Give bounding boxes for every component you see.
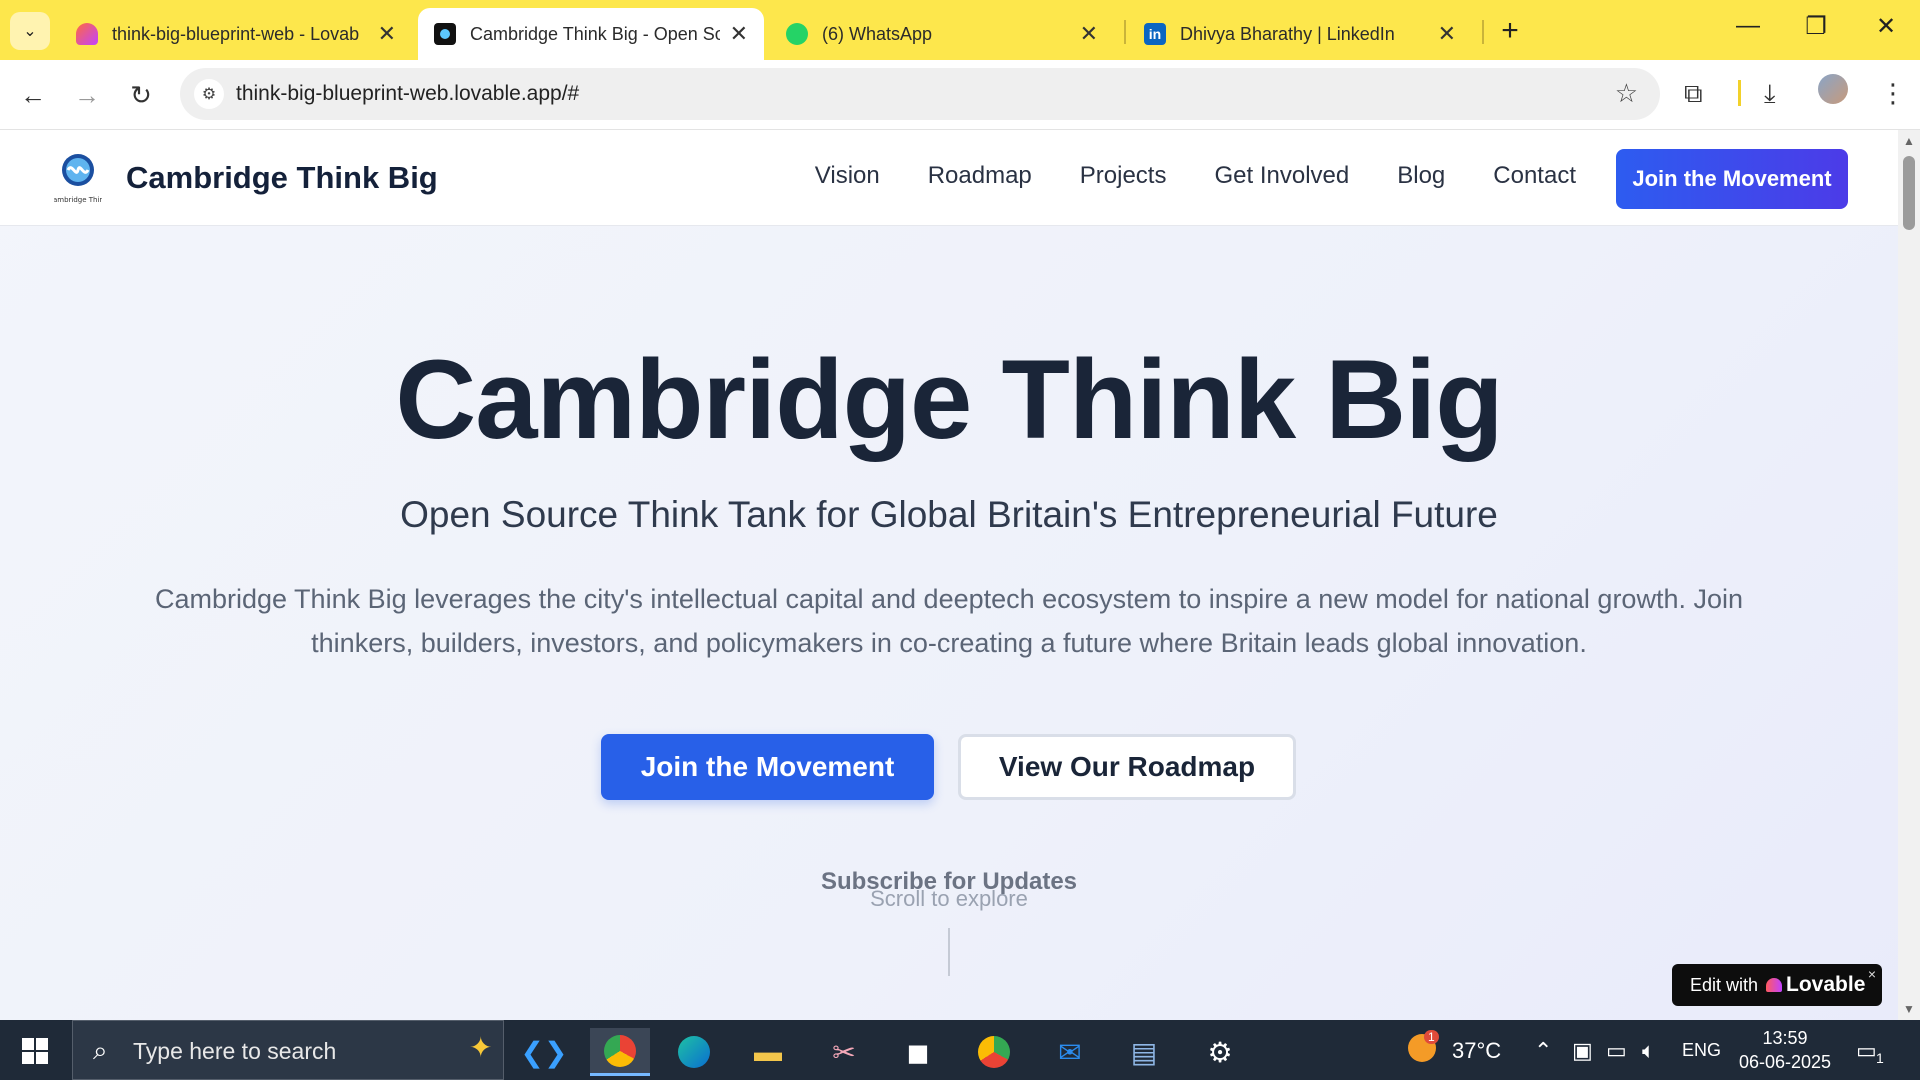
chrome-icon[interactable] <box>590 1028 650 1076</box>
linkedin-icon: in <box>1144 23 1166 45</box>
snipping-tool-icon[interactable]: ✂ <box>814 1028 874 1076</box>
tab-lovable[interactable]: think-big-blueprint-web - Lovab ✕ <box>60 8 412 60</box>
join-movement-button[interactable]: Join the Movement <box>601 734 934 800</box>
file-explorer-icon[interactable]: ▬ <box>738 1028 798 1076</box>
scroll-hint: Scroll to explore <box>870 886 1028 911</box>
tab-cambridge-think-big[interactable]: Cambridge Think Big - Open Sou ✕ <box>418 8 764 60</box>
browser-toolbar: ← → ↻ ⚙ think-big-blueprint-web.lovable.… <box>0 60 1920 130</box>
vscode-icon[interactable]: ❮❯ <box>514 1028 574 1076</box>
edit-with-lovable-badge[interactable]: Edit with Lovable × <box>1672 964 1882 1006</box>
badge-close-icon[interactable]: × <box>1868 966 1876 982</box>
site-favicon-icon <box>434 23 456 45</box>
notifications-icon[interactable]: ▭ <box>1856 1038 1877 1064</box>
tab-title: think-big-blueprint-web - Lovab <box>112 23 360 44</box>
windows-taskbar: ⌕ Type here to search ✦ ❮❯ ▬ ✂ ◼ ✉ ▤ ⚙ 1… <box>0 1020 1920 1080</box>
settings-gear-icon[interactable]: ⚙ <box>1190 1028 1250 1076</box>
badge-prefix: Edit with <box>1690 974 1759 995</box>
close-tab-icon[interactable]: ✕ <box>378 21 396 47</box>
forward-arrow-icon[interactable]: → <box>70 78 104 112</box>
download-icon[interactable]: ⤓ <box>1764 78 1776 110</box>
tab-separator <box>1482 20 1484 44</box>
app-cube-icon[interactable]: ◼ <box>888 1028 948 1076</box>
reload-icon[interactable]: ↻ <box>124 78 158 112</box>
minimize-button[interactable]: — <box>1728 12 1768 40</box>
chrome-profile-icon[interactable] <box>964 1028 1024 1076</box>
extensions-puzzle-icon[interactable]: ⧉ <box>1684 78 1703 110</box>
volume-icon[interactable]: 🔈︎ <box>1642 1038 1655 1064</box>
chevron-up-icon[interactable]: ⌃ <box>1534 1038 1552 1064</box>
chevron-down-icon: ⌄ <box>23 23 37 40</box>
language-indicator[interactable]: ENG <box>1682 1040 1721 1061</box>
tab-whatsapp[interactable]: (6) WhatsApp ✕ <box>770 8 1114 60</box>
weather-temperature[interactable]: 37°C <box>1452 1038 1501 1064</box>
close-tab-icon[interactable]: ✕ <box>1438 21 1456 47</box>
site-info-icon[interactable]: ⚙ <box>194 79 224 109</box>
notepad-icon[interactable]: ▤ <box>1114 1028 1174 1076</box>
nav-roadmap[interactable]: Roadmap <box>928 162 1032 190</box>
search-icon: ⌕ <box>93 1035 108 1065</box>
browser-tab-bar: ⌄ think-big-blueprint-web - Lovab ✕ Camb… <box>0 0 1920 60</box>
bookmark-star-icon[interactable]: ☆ <box>1615 78 1638 109</box>
toolbar-divider <box>1738 80 1741 106</box>
battery-icon[interactable]: ▭ <box>1606 1038 1627 1064</box>
nav-vision[interactable]: Vision <box>815 162 880 190</box>
nav-blog[interactable]: Blog <box>1397 162 1445 190</box>
lovable-heart-icon <box>76 23 98 45</box>
clock-date: 06-06-2025 <box>1738 1052 1832 1072</box>
nav-projects[interactable]: Projects <box>1080 162 1167 190</box>
restore-button[interactable]: ❐ <box>1796 12 1836 41</box>
clock-time: 13:59 <box>1762 1028 1808 1048</box>
taskbar-clock[interactable]: 13:59 06-06-2025 <box>1730 1026 1840 1074</box>
taskbar-search[interactable]: ⌕ Type here to search ✦ <box>72 1020 504 1080</box>
hero-subtitle: Open Source Think Tank for Global Britai… <box>400 494 1498 535</box>
more-menu-icon[interactable]: ⋮ <box>1880 78 1906 109</box>
view-roadmap-button[interactable]: View Our Roadmap <box>958 734 1296 800</box>
taskbar-search-placeholder: Type here to search <box>133 1038 337 1064</box>
url-text[interactable]: think-big-blueprint-web.lovable.app/# <box>236 82 579 106</box>
web-page: Cambridge Think Cambridge Think Big Visi… <box>0 130 1898 1020</box>
page-scrollbar[interactable]: ▲ ▼ <box>1898 130 1920 1020</box>
back-arrow-icon[interactable]: ← <box>16 78 50 112</box>
edge-icon[interactable] <box>664 1028 724 1076</box>
tab-linkedin[interactable]: in Dhivya Bharathy | LinkedIn ✕ <box>1128 8 1472 60</box>
site-header: Cambridge Think Cambridge Think Big Visi… <box>0 130 1898 226</box>
weather-badge: 1 <box>1424 1030 1439 1044</box>
header-join-button[interactable]: Join the Movement <box>1616 149 1848 209</box>
close-tab-icon[interactable]: ✕ <box>730 21 748 47</box>
copilot-sparkle-icon[interactable]: ✦ <box>469 1031 492 1064</box>
close-tab-icon[interactable]: ✕ <box>1080 21 1098 47</box>
notification-count: 1 <box>1876 1050 1884 1066</box>
scrollbar-thumb[interactable] <box>1903 156 1915 230</box>
badge-name: Lovable <box>1786 973 1866 996</box>
tab-title: (6) WhatsApp <box>822 23 933 44</box>
nav-get-involved[interactable]: Get Involved <box>1214 162 1349 190</box>
hero-description: Cambridge Think Big leverages the city's… <box>154 584 1744 658</box>
hero-title: Cambridge Think Big <box>395 337 1503 462</box>
whatsapp-icon <box>786 23 808 45</box>
windows-start-icon[interactable] <box>22 1038 48 1064</box>
nav-contact[interactable]: Contact <box>1493 162 1576 190</box>
close-window-button[interactable]: ✕ <box>1866 12 1906 41</box>
outlook-icon[interactable]: ✉ <box>1040 1028 1100 1076</box>
address-bar[interactable]: ⚙ think-big-blueprint-web.lovable.app/# … <box>180 68 1660 120</box>
meet-now-icon[interactable]: ▣ <box>1572 1038 1593 1064</box>
scroll-up-arrow-icon[interactable]: ▲ <box>1903 134 1915 148</box>
main-nav: Vision Roadmap Projects Get Involved Blo… <box>815 162 1576 190</box>
profile-avatar[interactable] <box>1818 74 1848 104</box>
cambridge-think-logo-icon[interactable]: Cambridge Think <box>54 150 102 206</box>
tab-separator <box>1124 20 1126 44</box>
site-brand[interactable]: Cambridge Think Big <box>126 160 438 196</box>
new-tab-button[interactable]: + <box>1490 14 1530 48</box>
lovable-heart-icon <box>1766 978 1783 992</box>
tab-title: Dhivya Bharathy | LinkedIn <box>1180 23 1395 44</box>
logo-text: Cambridge Think <box>54 196 102 204</box>
scroll-indicator-line <box>948 928 950 976</box>
tab-title: Cambridge Think Big - Open Sou <box>470 23 720 44</box>
scroll-down-arrow-icon[interactable]: ▼ <box>1903 1002 1915 1016</box>
tab-search-button[interactable]: ⌄ <box>10 12 50 50</box>
